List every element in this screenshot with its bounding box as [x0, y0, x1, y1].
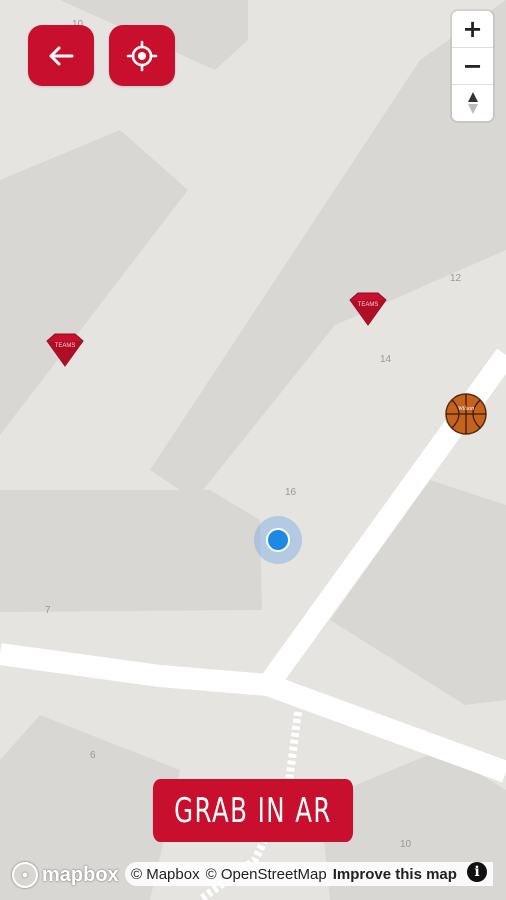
crosshair-icon: [126, 40, 158, 71]
gem-label: TEAMS: [55, 343, 76, 349]
arrow-left-icon: [49, 46, 74, 65]
mapbox-logo-text: mapbox: [42, 863, 119, 886]
house-number: 14: [380, 354, 392, 365]
map-attribution: © Mapbox © OpenStreetMap Improve this ma…: [125, 862, 493, 886]
grab-in-ar-label: GRAB IN AR: [174, 790, 332, 831]
house-number: 12: [450, 273, 462, 284]
house-number: 6: [90, 750, 96, 761]
compass-icon: [467, 92, 478, 114]
mapbox-logo[interactable]: ● mapbox: [12, 862, 119, 888]
mapbox-logo-icon: ●: [12, 862, 38, 888]
map-zoom-control: + −: [452, 11, 493, 121]
mapbox-attribution-link[interactable]: © Mapbox: [131, 866, 200, 883]
house-number: 7: [45, 605, 51, 616]
back-button[interactable]: [28, 25, 94, 86]
building-lower-left: [0, 490, 262, 612]
ball-brand-label: Wilson: [458, 406, 474, 412]
recenter-location-button[interactable]: [109, 25, 175, 86]
map-canvas[interactable]: 10 12 14 16 7 6 10 TEAMS TEAMS Wilson: [0, 0, 506, 900]
info-icon[interactable]: i: [467, 862, 487, 882]
zoom-out-button[interactable]: −: [452, 48, 493, 85]
house-number: 10: [400, 839, 412, 850]
user-location-dot: [266, 528, 290, 552]
map-tiles: 10 12 14 16 7 6 10: [0, 0, 506, 900]
gem-label: TEAMS: [358, 302, 379, 308]
user-location-marker: [254, 516, 302, 564]
improve-map-link[interactable]: Improve this map: [333, 866, 457, 883]
osm-attribution-link[interactable]: © OpenStreetMap: [206, 866, 327, 883]
house-number: 16: [285, 487, 297, 498]
zoom-in-button[interactable]: +: [452, 11, 493, 48]
compass-button[interactable]: [452, 85, 493, 121]
grab-in-ar-button[interactable]: GRAB IN AR: [152, 779, 354, 842]
